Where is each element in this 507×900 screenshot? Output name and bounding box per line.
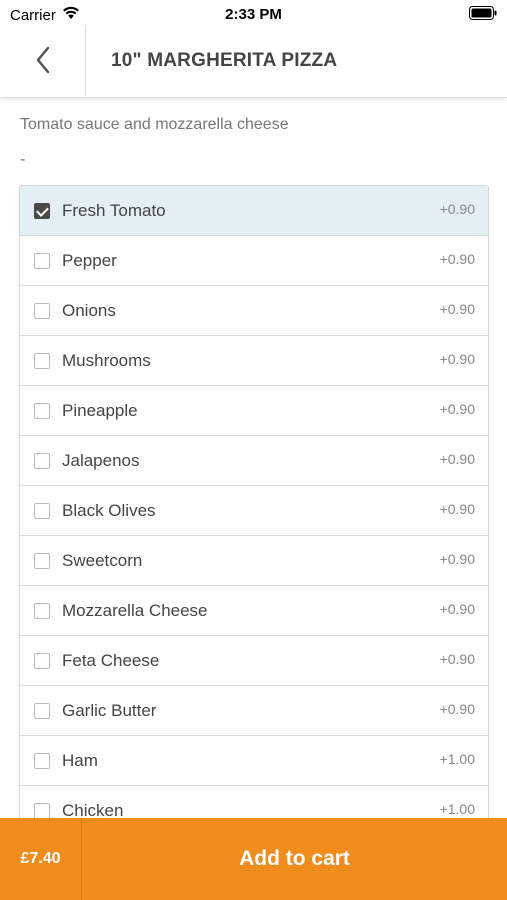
option-row[interactable]: Garlic Butter +0.90 [20,686,488,736]
option-checkbox[interactable] [34,803,50,818]
option-label: Mushrooms [62,351,151,370]
option-checkbox[interactable] [34,453,50,469]
option-row[interactable]: Pepper +0.90 [20,236,488,286]
page-title: 10" MARGHERITA PIZZA [111,50,338,71]
option-price: +1.00 [439,801,475,817]
option-price: +0.90 [439,301,475,317]
screen: Carrier 2:33 PM 10" MARGHERITA PIZZA Tom… [0,0,507,900]
option-label: Feta Cheese [62,651,160,670]
option-checkbox[interactable] [34,253,50,269]
product-description: Tomato sauce and mozzarella cheese [20,116,289,133]
option-row[interactable]: Chicken +1.00 [20,786,488,818]
option-price: +1.00 [439,751,475,767]
option-row[interactable]: Onions +0.90 [20,286,488,336]
option-label: Ham [62,751,98,770]
clock: 2:33 PM [225,6,282,23]
option-checkbox[interactable] [34,353,50,369]
option-label: Fresh Tomato [62,201,166,220]
option-label: Sweetcorn [62,551,143,570]
option-label: Jalapenos [62,451,140,470]
option-row[interactable]: Pineapple +0.90 [20,386,488,436]
option-label: Onions [62,301,116,320]
option-price: +0.90 [439,501,475,517]
option-row[interactable]: Black Olives +0.90 [20,486,488,536]
option-price: +0.90 [439,351,475,367]
option-checkbox[interactable] [34,753,50,769]
option-label: Pepper [62,251,117,270]
option-checkbox[interactable] [34,403,50,419]
option-row[interactable]: Fresh Tomato +0.90 [20,186,488,236]
option-checkbox[interactable] [34,703,50,719]
status-bar: Carrier 2:33 PM [0,0,507,26]
option-checkbox[interactable] [34,303,50,319]
cart-bar: £7.40 Add to cart [0,818,507,900]
option-price: +0.90 [439,601,475,617]
chevron-left-icon [35,46,51,79]
product-options-content[interactable]: Tomato sauce and mozzarella cheese - Fre… [0,99,507,818]
add-to-cart-button[interactable]: Add to cart [82,818,507,900]
option-checkbox[interactable] [34,203,50,219]
option-row[interactable]: Ham +1.00 [20,736,488,786]
option-price: +0.90 [439,201,475,217]
option-row[interactable]: Mushrooms +0.90 [20,336,488,386]
option-label: Garlic Butter [62,701,157,720]
option-label: Mozzarella Cheese [62,601,208,620]
option-price: +0.90 [439,401,475,417]
option-row[interactable]: Jalapenos +0.90 [20,436,488,486]
option-price: +0.90 [439,551,475,567]
navigation-header: 10" MARGHERITA PIZZA [0,26,507,98]
battery-icon [469,6,497,25]
option-price: +0.90 [439,251,475,267]
option-price: +0.90 [439,651,475,667]
option-row[interactable]: Feta Cheese +0.90 [20,636,488,686]
option-label: Black Olives [62,501,156,520]
option-price: +0.90 [439,701,475,717]
option-checkbox[interactable] [34,553,50,569]
option-checkbox[interactable] [34,603,50,619]
option-row[interactable]: Sweetcorn +0.90 [20,536,488,586]
option-row[interactable]: Mozzarella Cheese +0.90 [20,586,488,636]
option-label: Pineapple [62,401,138,420]
topping-options-list: Fresh Tomato +0.90 Pepper +0.90 Onions +0.90 M… [19,185,489,818]
option-label: Chicken [62,801,124,818]
back-button[interactable] [0,26,86,98]
option-checkbox[interactable] [34,653,50,669]
option-price: +0.90 [439,451,475,467]
cart-total: £7.40 [0,818,82,900]
option-checkbox[interactable] [34,503,50,519]
product-note: - [20,151,26,168]
